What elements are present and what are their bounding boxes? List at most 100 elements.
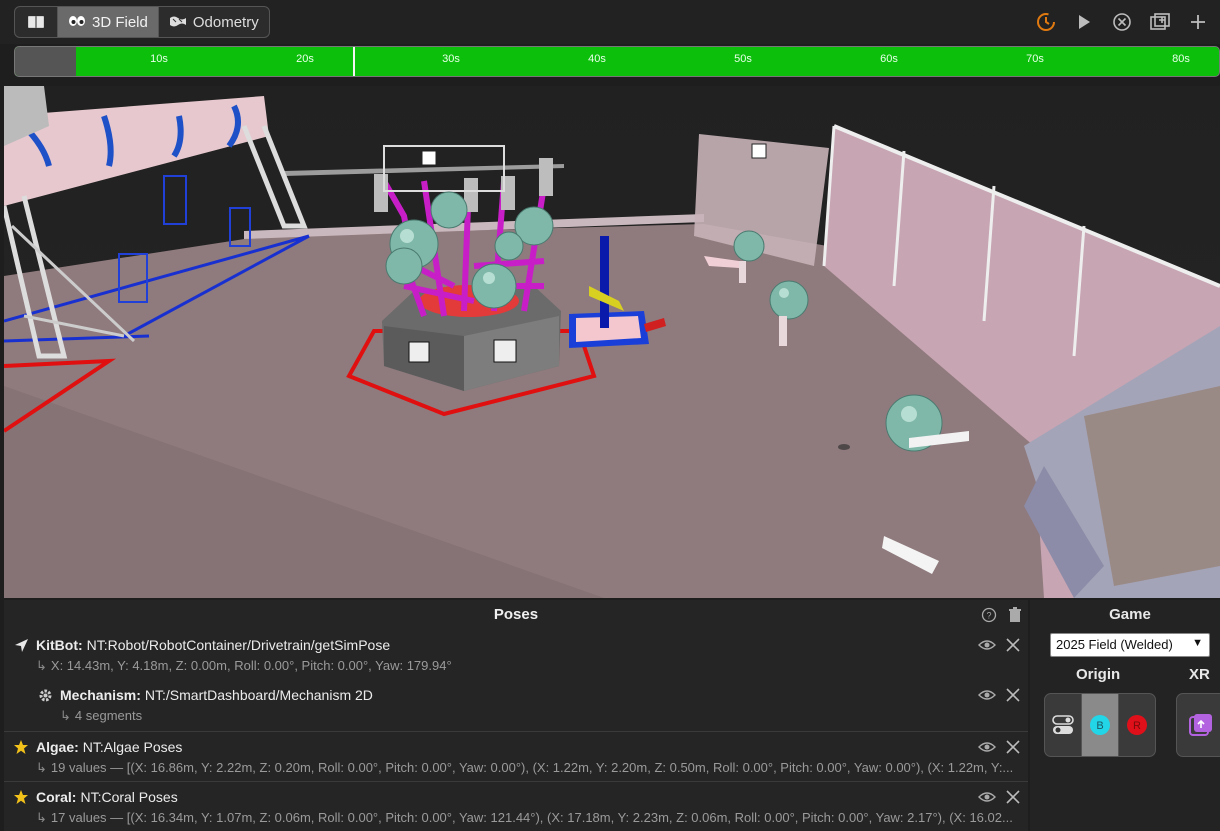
timeline-cursor[interactable] [353, 47, 355, 76]
origin-auto-button[interactable] [1045, 694, 1082, 756]
child-arrow-icon: ↳ [36, 760, 47, 775]
remove-button[interactable] [1004, 686, 1022, 704]
timeline-bar[interactable]: 10s 20s 30s 40s 50s 60s 70s 80s [14, 46, 1220, 77]
eye-icon [978, 690, 996, 700]
help-icon: ? [981, 607, 997, 623]
add-window-button[interactable] [1146, 8, 1174, 36]
xr-title: XR [1189, 666, 1210, 683]
close-icon [1006, 740, 1020, 754]
view-tab-group: 3D Field Odometry [14, 6, 270, 38]
window-actions [1032, 8, 1212, 36]
pose-source: NT:Robot/RobotContainer/Drivetrain/getSi… [86, 637, 391, 653]
visibility-toggle[interactable] [978, 738, 996, 756]
pose-item-coral[interactable]: Coral: NT:Coral Poses ↳ 17 values — [(X: … [4, 781, 1028, 831]
timeline-tick: 40s [588, 53, 606, 65]
origin-red-button[interactable]: R [1119, 694, 1155, 756]
game-title: Game [1109, 606, 1151, 623]
sync-button[interactable] [1032, 8, 1060, 36]
tab-label: 3D Field [92, 13, 148, 31]
origin-red-label: R [1133, 720, 1141, 732]
xr-button[interactable] [1176, 693, 1220, 757]
star-icon [12, 738, 30, 756]
eyes-icon [68, 15, 86, 30]
eye-icon [978, 640, 996, 650]
top-bar: 3D Field Odometry [0, 0, 1220, 44]
pose-source: NT:Coral Poses [80, 789, 178, 805]
play-button[interactable] [1070, 8, 1098, 36]
pose-label: KitBot: [36, 637, 83, 653]
red-origin-icon: R [1127, 715, 1147, 735]
poses-title: Poses [493, 606, 539, 623]
close-circle-icon [1113, 13, 1131, 31]
field-select[interactable]: 2025 Field (Welded) ▼ [1050, 633, 1210, 657]
tab-label: Odometry [192, 13, 259, 31]
tab-odometry[interactable]: Odometry [159, 7, 269, 37]
child-arrow-icon: ↳ [36, 810, 47, 825]
visibility-toggle[interactable] [978, 636, 996, 654]
pose-detail: 17 values — [(X: 16.34m, Y: 1.07m, Z: 0.… [50, 810, 1013, 825]
visibility-toggle[interactable] [978, 686, 996, 704]
field-3d-viewport[interactable] [4, 86, 1220, 598]
pose-source: NT:/SmartDashboard/Mechanism 2D [144, 687, 373, 703]
chevron-down-icon: ▼ [1192, 637, 1203, 649]
timeline-tick: 30s [442, 53, 460, 65]
help-button[interactable]: ? [980, 606, 998, 624]
timeline-tick: 60s [880, 53, 898, 65]
star-icon [12, 788, 30, 806]
child-arrow-icon: ↳ [60, 708, 71, 723]
timeline-tick: 10s [150, 53, 168, 65]
field-3d-render [4, 86, 1220, 598]
add-tab-button[interactable] [1184, 8, 1212, 36]
game-panel: Game 2025 Field (Welded) ▼ Origin XR B R [1030, 600, 1220, 831]
timeline-tick: 80s [1172, 53, 1190, 65]
timeline-tick: 70s [1026, 53, 1044, 65]
pose-label: Mechanism: [60, 687, 141, 703]
timeline-disabled-region [15, 47, 76, 76]
blue-origin-icon: B [1090, 715, 1110, 735]
eye-icon [978, 792, 996, 802]
origin-blue-label: B [1096, 720, 1103, 732]
pose-label: Coral: [36, 789, 77, 805]
child-arrow-icon: ↳ [36, 658, 47, 673]
play-icon [1079, 15, 1090, 29]
close-button[interactable] [1108, 8, 1136, 36]
book-icon [28, 16, 44, 28]
close-icon [1006, 638, 1020, 652]
navigation-arrow-icon [12, 636, 30, 654]
toggle-icon [1052, 715, 1074, 734]
remove-button[interactable] [1004, 636, 1022, 654]
add-window-icon [1150, 13, 1170, 30]
origin-selector: B R [1044, 693, 1156, 757]
xr-icon [1189, 714, 1212, 736]
origin-title: Origin [1076, 666, 1121, 683]
visibility-toggle[interactable] [978, 788, 996, 806]
sync-icon [1037, 13, 1055, 31]
tab-docs[interactable] [15, 7, 58, 37]
remove-button[interactable] [1004, 738, 1022, 756]
pose-detail: 19 values — [(X: 16.86m, Y: 2.22m, Z: 0.… [50, 760, 1014, 775]
poses-header-actions: ? [980, 606, 1024, 624]
origin-blue-button[interactable]: B [1082, 694, 1119, 756]
pose-detail: 4 segments [74, 708, 143, 723]
eye-icon [978, 742, 996, 752]
timeline-tick: 20s [296, 53, 314, 65]
pose-item-mechanism[interactable]: Mechanism: NT:/SmartDashboard/Mechanism … [4, 684, 1028, 730]
trash-icon [1009, 607, 1021, 622]
close-icon [1006, 790, 1020, 804]
tab-3d-field[interactable]: 3D Field [58, 7, 159, 37]
delete-all-button[interactable] [1006, 606, 1024, 624]
poses-panel: Poses ? KitBot: NT:Robot/RobotContainer/… [4, 600, 1028, 831]
pose-detail: X: 14.43m, Y: 4.18m, Z: 0.00m, Roll: 0.0… [50, 658, 452, 673]
plus-icon [1191, 15, 1205, 29]
pose-label: Algae: [36, 739, 79, 755]
gear-icon [36, 686, 54, 704]
timeline-tick: 50s [734, 53, 752, 65]
pose-item-algae[interactable]: Algae: NT:Algae Poses ↳ 19 values — [(X: … [4, 731, 1028, 781]
pose-source: NT:Algae Poses [82, 739, 183, 755]
close-icon [1006, 688, 1020, 702]
pose-item-kitbot[interactable]: KitBot: NT:Robot/RobotContainer/Drivetra… [4, 634, 1028, 684]
map-icon [169, 15, 187, 30]
field-select-value: 2025 Field (Welded) [1056, 637, 1173, 652]
remove-button[interactable] [1004, 788, 1022, 806]
svg-text:?: ? [986, 611, 991, 621]
